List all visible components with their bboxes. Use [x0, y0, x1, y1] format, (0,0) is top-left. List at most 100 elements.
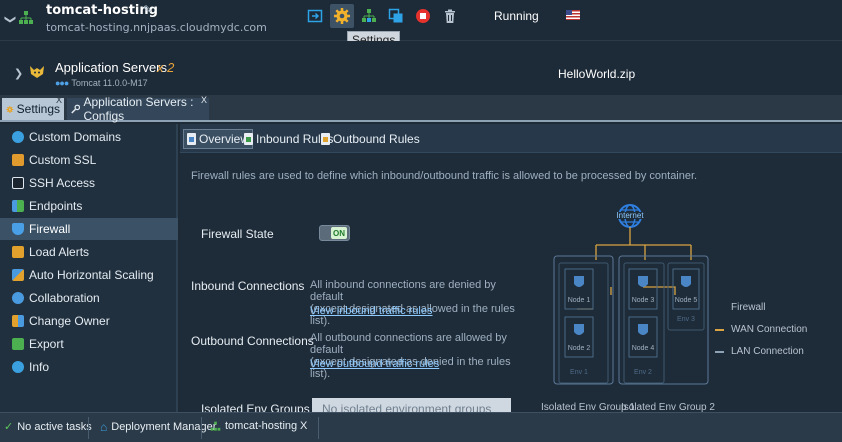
info-icon — [12, 361, 24, 373]
node-shield-icon — [574, 276, 584, 287]
checkmark-icon: ✓ — [4, 421, 14, 433]
sidebar-item-label: SSH Access — [29, 176, 96, 190]
change-topology-button[interactable] — [357, 4, 381, 28]
settings-button[interactable] — [330, 4, 354, 28]
collapse-chevron-icon[interactable]: ❯ — [4, 15, 17, 24]
node-3-label: Node 3 — [632, 297, 655, 304]
node-version: ●●● Tomcat 11.0.0-M17 — [55, 78, 148, 88]
sidebar-item-custom-domains[interactable]: Custom Domains — [0, 126, 178, 148]
region-flag-icon[interactable] — [566, 10, 580, 20]
clone-button[interactable] — [384, 4, 408, 28]
wan-legend-swatch — [715, 329, 724, 331]
sidebar-item-label: Endpoints — [29, 199, 83, 213]
outbound-connections-label: Outbound Connections — [191, 334, 314, 348]
tasks-status[interactable]: ✓ No active tasks — [4, 420, 92, 434]
node-count[interactable]: x 2 — [157, 60, 174, 75]
tab-outbound-rules[interactable]: Outbound Rules — [318, 129, 423, 149]
view-inbound-rules-link[interactable]: View inbound traffic rules — [310, 305, 433, 317]
scaling-icon — [12, 269, 24, 281]
nodes-indicator-icon: ●●● — [55, 78, 69, 88]
environment-domain[interactable]: tomcat-hosting.nnjpaas.cloudmydc.com — [46, 21, 267, 34]
environment-header: ❯ tomcat-hosting ✎ tomcat-hosting.nnjpaa… — [0, 0, 842, 41]
bottom-taskbar: ✓ No active tasks ⌂ Deployment Manager tom… — [0, 412, 842, 442]
node-shield-icon — [681, 276, 691, 287]
node-shield-icon — [638, 276, 648, 287]
firewall-state-toggle[interactable]: ON — [319, 225, 350, 241]
open-in-browser-icon — [307, 9, 323, 23]
deployment-manager-button[interactable]: ⌂ Deployment Manager — [100, 420, 216, 434]
close-env-tab-button[interactable]: X — [300, 420, 307, 432]
environment-topology-icon — [19, 11, 33, 24]
terminal-icon — [12, 177, 24, 189]
env-3-label: Env 3 — [677, 316, 695, 323]
view-outbound-rules-link[interactable]: View outbound traffic rules — [310, 358, 439, 370]
certificate-icon — [12, 154, 24, 166]
open-in-browser-button[interactable] — [303, 4, 327, 28]
sidebar-item-label: Collaboration — [29, 291, 100, 305]
close-tab-icon[interactable]: X — [201, 95, 207, 105]
environment-status: Running — [494, 9, 539, 23]
tab-strip: Settings X Application Servers : Configs… — [0, 95, 842, 123]
node-5-label: Node 5 — [675, 297, 698, 304]
overview-icon — [187, 133, 196, 145]
application-servers-row[interactable]: ❯ Application Servers x 2 ●●● Tomcat 11.0… — [0, 41, 842, 95]
expand-chevron-icon[interactable]: ❯ — [14, 67, 23, 80]
taskbar-divider — [201, 417, 202, 439]
sidebar-item-firewall[interactable]: Firewall — [0, 218, 178, 240]
sidebar-item-auto-horizontal-scaling[interactable]: Auto Horizontal Scaling — [0, 264, 178, 286]
taskbar-divider — [318, 417, 319, 439]
alert-icon — [12, 246, 24, 258]
tomcat-icon — [30, 66, 44, 78]
node-shield-icon — [638, 324, 648, 335]
close-tab-icon[interactable]: X — [56, 95, 62, 105]
sidebar-item-endpoints[interactable]: Endpoints — [0, 195, 178, 217]
outbound-rules-icon — [321, 133, 330, 145]
gear-icon — [334, 8, 350, 24]
inbound-text-line1: All inbound connections are denied by de… — [310, 279, 496, 303]
sidebar-item-change-owner[interactable]: Change Owner — [0, 310, 178, 332]
tab-settings[interactable]: Settings X — [2, 95, 64, 120]
stop-icon — [416, 9, 430, 23]
globe-icon — [12, 131, 24, 143]
internet-label: Internet — [616, 211, 644, 220]
settings-sidebar: Custom Domains Custom SSL SSH Access End… — [0, 124, 178, 412]
node-2-label: Node 2 — [568, 345, 591, 352]
topology-icon — [362, 9, 376, 22]
stop-button[interactable] — [411, 4, 435, 28]
firewall-panel: Overview Inbound Rules Outbound Rules Fi… — [180, 124, 842, 416]
node-shield-icon — [574, 324, 584, 335]
firewall-diagram: Internet Node 1 Node 2 Node 3 Node 4 Nod… — [553, 204, 709, 385]
deployment-name[interactable]: HelloWorld.zip — [558, 67, 635, 81]
env-taskbar-tab[interactable]: tomcat-hosting — [210, 420, 297, 432]
inbound-rules-icon — [244, 133, 253, 145]
node-version-text: Tomcat 11.0.0-M17 — [71, 78, 148, 88]
clone-icon — [388, 8, 403, 23]
firewall-state-label: Firewall State — [201, 227, 274, 241]
sidebar-item-export[interactable]: Export — [0, 333, 178, 355]
firewall-description: Firewall rules are used to define which … — [191, 170, 698, 182]
sidebar-item-ssh-access[interactable]: SSH Access — [0, 172, 178, 194]
outbound-connections-text: All outbound connections are allowed by … — [310, 332, 520, 380]
legend-lan: LAN Connection — [731, 346, 804, 357]
shield-icon — [12, 223, 24, 235]
sidebar-item-info[interactable]: Info — [0, 356, 178, 378]
gear-icon — [6, 105, 14, 113]
delete-button[interactable] — [438, 4, 462, 28]
env-2-label: Env 2 — [634, 369, 652, 376]
tab-outbound-label: Outbound Rules — [333, 132, 420, 146]
env-taskbar-label: tomcat-hosting — [225, 420, 298, 432]
tab-configs-label: Application Servers : Configs — [83, 95, 194, 123]
tab-settings-label: Settings — [16, 102, 60, 116]
sidebar-item-collaboration[interactable]: Collaboration — [0, 287, 178, 309]
tab-app-server-configs[interactable]: Application Servers : Configs X — [67, 95, 209, 123]
sidebar-item-load-alerts[interactable]: Load Alerts — [0, 241, 178, 263]
sidebar-item-label: Export — [29, 337, 64, 351]
lan-legend-swatch — [715, 351, 724, 353]
sidebar-item-label: Change Owner — [29, 314, 110, 328]
rename-pencil-icon[interactable]: ✎ — [143, 3, 152, 16]
sidebar-item-custom-ssl[interactable]: Custom SSL — [0, 149, 178, 171]
environment-name[interactable]: tomcat-hosting — [46, 3, 158, 18]
sidebar-item-label: Info — [29, 360, 50, 374]
topology-icon — [210, 421, 221, 431]
endpoints-icon — [12, 200, 24, 212]
